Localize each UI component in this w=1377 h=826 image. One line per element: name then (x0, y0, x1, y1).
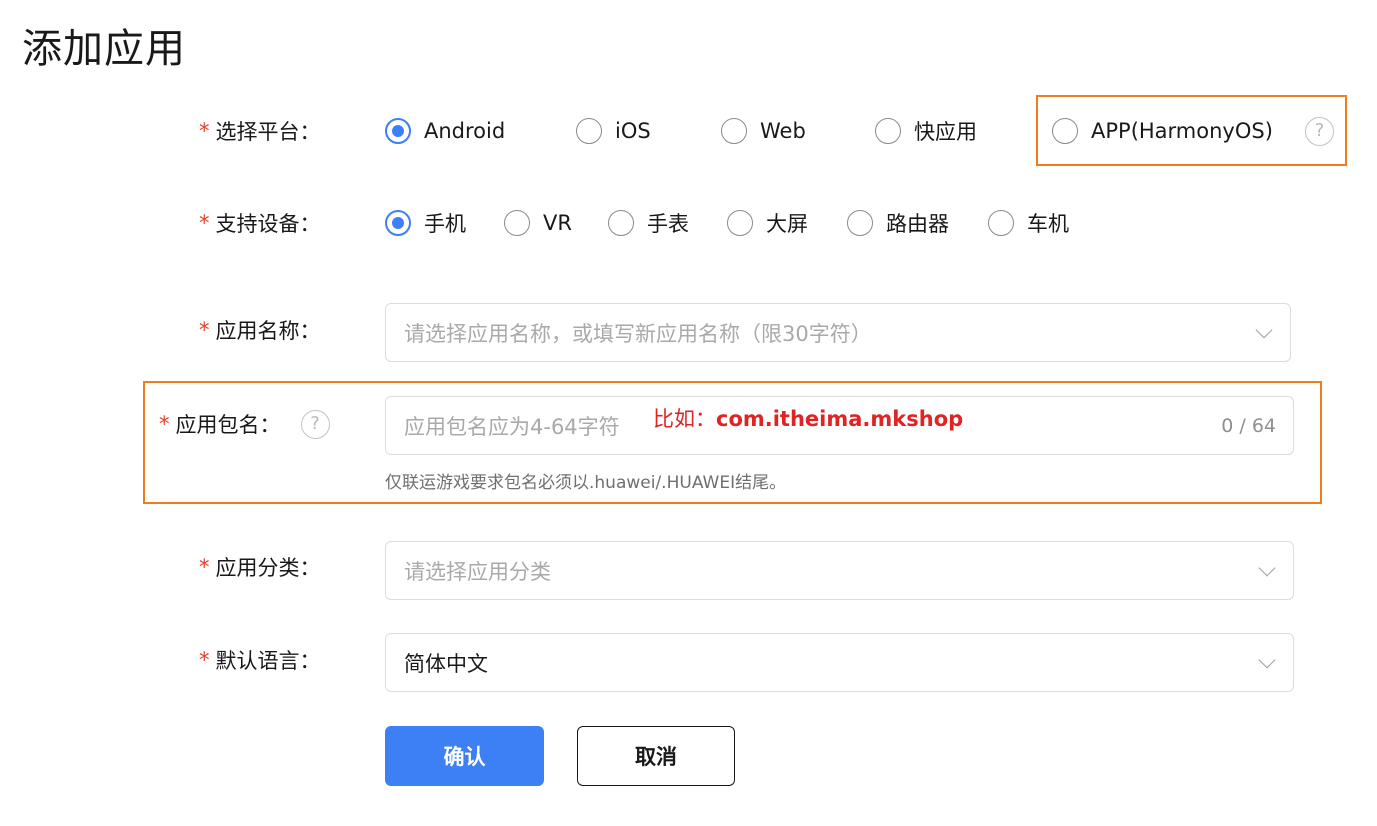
radio-checked-icon (385, 118, 411, 144)
language-label: * 默认语言： (199, 630, 321, 690)
platform-radio-quickapp[interactable]: 快应用 (875, 101, 977, 161)
page-title: 添加应用 (22, 26, 186, 72)
radio-unchecked-icon (727, 210, 753, 236)
platform-radio-ios[interactable]: iOS (576, 101, 651, 161)
required-mark: * (199, 318, 210, 342)
radio-checked-icon (385, 210, 411, 236)
language-label-text: 默认语言： (215, 649, 321, 673)
app-name-placeholder: 请选择应用名称，或填写新应用名称（限30字符） (404, 321, 872, 346)
device-option-label: VR (543, 211, 572, 235)
device-option-label: 手机 (424, 212, 466, 236)
platform-label-text: 选择平台： (215, 120, 321, 144)
app-name-label-text: 应用名称： (215, 319, 321, 343)
harmonyos-highlight-box (1036, 95, 1347, 166)
app-name-select[interactable]: 请选择应用名称，或填写新应用名称（限30字符） (385, 303, 1291, 362)
chevron-down-icon (1258, 651, 1276, 668)
confirm-button[interactable]: 确认 (385, 726, 544, 786)
platform-option-label: Web (760, 119, 806, 143)
platform-option-label: 快应用 (914, 120, 977, 144)
category-label-text: 应用分类： (215, 556, 321, 580)
device-radio-router[interactable]: 路由器 (847, 193, 949, 253)
device-radio-bigscreen[interactable]: 大屏 (727, 193, 808, 253)
device-row: * 支持设备： 手机 VR 手表 大屏 路由器 车机 (0, 193, 1377, 253)
radio-unchecked-icon (504, 210, 530, 236)
radio-unchecked-icon (847, 210, 873, 236)
required-mark: * (199, 119, 210, 143)
device-label: * 支持设备： (199, 193, 321, 253)
category-placeholder: 请选择应用分类 (404, 559, 551, 584)
category-select[interactable]: 请选择应用分类 (385, 541, 1294, 600)
device-radio-phone[interactable]: 手机 (385, 193, 466, 253)
platform-option-label: Android (424, 119, 506, 143)
platform-label: * 选择平台： (199, 101, 321, 161)
radio-unchecked-icon (875, 118, 901, 144)
chevron-down-icon (1255, 321, 1273, 338)
radio-unchecked-icon (576, 118, 602, 144)
radio-unchecked-icon (988, 210, 1014, 236)
device-radio-car[interactable]: 车机 (988, 193, 1069, 253)
platform-radio-android[interactable]: Android (385, 101, 505, 161)
device-radio-vr[interactable]: VR (504, 193, 572, 253)
device-label-text: 支持设备： (215, 212, 321, 236)
required-mark: * (199, 555, 210, 579)
device-option-label: 手表 (647, 212, 689, 236)
required-mark: * (199, 211, 210, 235)
platform-radio-web[interactable]: Web (721, 101, 806, 161)
cancel-button[interactable]: 取消 (577, 726, 735, 786)
language-select[interactable]: 简体中文 (385, 633, 1294, 692)
chevron-down-icon (1258, 559, 1276, 576)
device-option-label: 车机 (1027, 212, 1069, 236)
platform-option-label: iOS (615, 119, 651, 143)
app-name-label: * 应用名称： (199, 300, 321, 360)
radio-unchecked-icon (608, 210, 634, 236)
required-mark: * (199, 648, 210, 672)
radio-unchecked-icon (721, 118, 747, 144)
device-radio-watch[interactable]: 手表 (608, 193, 689, 253)
device-option-label: 路由器 (886, 212, 949, 236)
language-value: 简体中文 (404, 651, 488, 676)
category-label: * 应用分类： (199, 537, 321, 597)
package-name-highlight-box (143, 381, 1322, 504)
device-option-label: 大屏 (766, 212, 808, 236)
